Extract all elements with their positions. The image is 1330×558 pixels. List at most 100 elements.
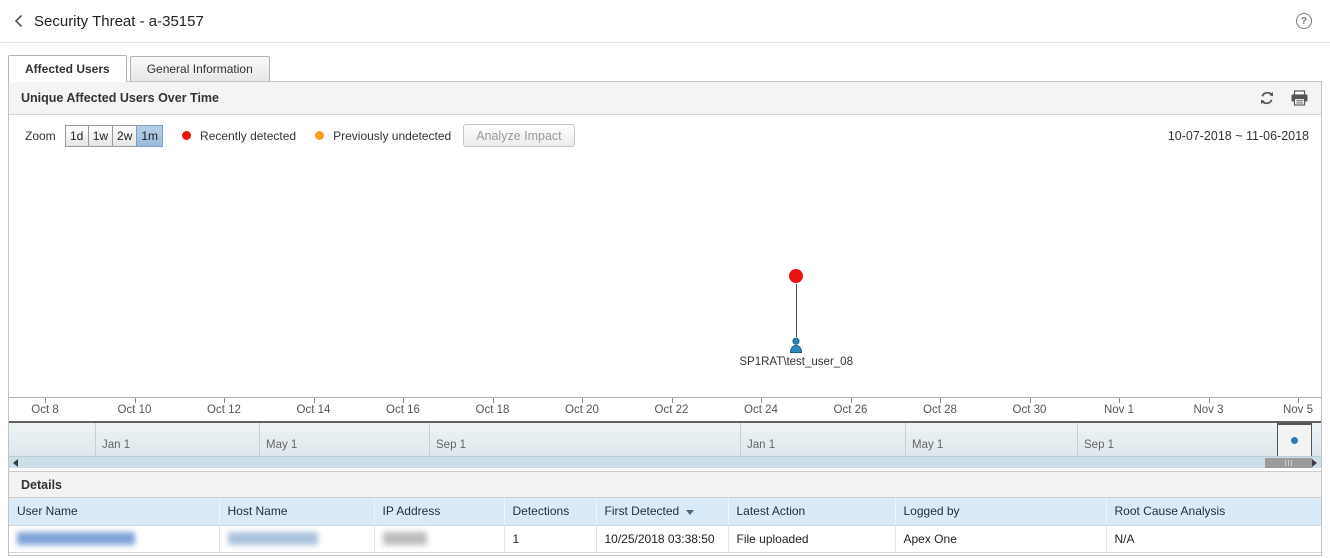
x-axis-tick xyxy=(314,398,315,403)
x-axis-label: Oct 10 xyxy=(118,404,152,416)
cell-logged-by: Apex One xyxy=(895,525,1106,552)
column-header-logged-by[interactable]: Logged by xyxy=(895,498,1106,525)
navigator-gridline xyxy=(259,423,260,456)
scroll-left-icon[interactable] xyxy=(9,457,22,468)
page-title: Security Threat - a-35157 xyxy=(34,13,204,30)
x-axis-label: Oct 28 xyxy=(923,404,957,416)
cell-ip-address xyxy=(374,525,504,552)
table-body: 110/25/2018 03:38:50File uploadedApex On… xyxy=(9,525,1321,552)
navigator-label: May 1 xyxy=(266,439,297,451)
cell-host-name xyxy=(219,525,374,552)
zoom-button-2w[interactable]: 2w xyxy=(112,125,137,147)
chart-scrollbar[interactable] xyxy=(9,456,1321,468)
tab-affected-users[interactable]: Affected Users xyxy=(8,55,127,82)
affected-users-panel: Unique Affected Users Over Time xyxy=(8,81,1322,556)
navigator-label: Jan 1 xyxy=(747,439,775,451)
chart-navigator[interactable]: Jan 1 May 1 Sep 1 Jan 1 May 1 Sep 1 xyxy=(9,423,1321,456)
zoom-button-1w[interactable]: 1w xyxy=(88,125,113,147)
table-row: 110/25/2018 03:38:50File uploadedApex On… xyxy=(9,525,1321,552)
sort-descending-icon xyxy=(686,510,694,515)
x-axis-tick xyxy=(45,398,46,403)
marker-stem xyxy=(796,284,797,337)
chart-panel-title: Unique Affected Users Over Time xyxy=(21,91,219,105)
legend-dot xyxy=(315,131,324,140)
x-axis-tick xyxy=(761,398,762,403)
detection-point[interactable] xyxy=(789,269,803,283)
x-axis-tick xyxy=(1030,398,1031,403)
details-title: Details xyxy=(21,478,62,492)
navigator-gridline xyxy=(1077,423,1078,456)
analyze-impact-button[interactable]: Analyze Impact xyxy=(463,124,574,147)
legend-item: Previously undetected xyxy=(315,129,451,143)
navigator-point xyxy=(1291,437,1298,444)
legend-dot xyxy=(182,131,191,140)
details-table: User NameHost NameIP AddressDetectionsFi… xyxy=(9,498,1321,553)
details-header: Details xyxy=(9,471,1321,498)
navigator-label: Sep 1 xyxy=(1084,439,1114,451)
x-axis: Oct 8Oct 10Oct 12Oct 14Oct 16Oct 18Oct 2… xyxy=(9,397,1321,423)
navigator-selection[interactable] xyxy=(1277,423,1312,456)
x-axis-label: Nov 3 xyxy=(1193,404,1223,416)
user-icon[interactable] xyxy=(788,337,804,357)
chart-date-range: 10-07-2018 ~ 11-06-2018 xyxy=(1168,129,1311,143)
x-axis-tick xyxy=(1119,398,1120,403)
zoom-button-1d[interactable]: 1d xyxy=(65,125,89,147)
redacted-value xyxy=(17,532,135,545)
x-axis-tick xyxy=(224,398,225,403)
x-axis-label: Nov 1 xyxy=(1104,404,1134,416)
cell-user-name[interactable] xyxy=(9,525,219,552)
column-header-ip-address[interactable]: IP Address xyxy=(374,498,504,525)
navigator-label: May 1 xyxy=(912,439,943,451)
column-header-first-detected[interactable]: First Detected xyxy=(596,498,728,525)
navigator-gridline xyxy=(740,423,741,456)
column-header-root-cause-analysis[interactable]: Root Cause Analysis xyxy=(1106,498,1321,525)
x-axis-tick xyxy=(135,398,136,403)
x-axis-tick xyxy=(1209,398,1210,403)
x-axis-label: Oct 22 xyxy=(655,404,689,416)
x-axis-label: Oct 8 xyxy=(31,404,58,416)
column-header-host-name[interactable]: Host Name xyxy=(219,498,374,525)
navigator-label: Sep 1 xyxy=(436,439,466,451)
x-axis-tick xyxy=(582,398,583,403)
zoom-buttons: 1d1w2w1m xyxy=(65,125,163,147)
navigator-label: Jan 1 xyxy=(102,439,130,451)
chart-plot-area: SP1RAT\test_user_08 xyxy=(9,156,1321,397)
help-icon[interactable]: ? xyxy=(1296,13,1312,29)
x-axis-tick xyxy=(851,398,852,403)
x-axis-tick xyxy=(403,398,404,403)
x-axis-label: Oct 20 xyxy=(565,404,599,416)
scrollbar-thumb[interactable] xyxy=(1265,458,1312,468)
cell-latest-action: File uploaded xyxy=(728,525,895,552)
zoom-label: Zoom xyxy=(25,129,56,143)
app-header: Security Threat - a-35157 ? xyxy=(0,0,1330,43)
panel-icons xyxy=(1259,90,1309,106)
zoom-button-1m[interactable]: 1m xyxy=(136,125,163,147)
column-header-user-name[interactable]: User Name xyxy=(9,498,219,525)
x-axis-label: Oct 30 xyxy=(1013,404,1047,416)
column-header-detections[interactable]: Detections xyxy=(504,498,596,525)
x-axis-label: Oct 12 xyxy=(207,404,241,416)
cell-root-cause-analysis: N/A xyxy=(1106,525,1321,552)
back-icon[interactable] xyxy=(14,14,23,28)
navigator-gridline xyxy=(905,423,906,456)
legend-item: Recently detected xyxy=(182,129,296,143)
navigator-gridline xyxy=(95,423,96,456)
chart-panel-header: Unique Affected Users Over Time xyxy=(9,82,1321,115)
tab-bar: Affected Users General Information xyxy=(0,55,1330,82)
print-icon[interactable] xyxy=(1290,90,1309,106)
x-axis-label: Nov 5 xyxy=(1283,404,1313,416)
table-header-row: User NameHost NameIP AddressDetectionsFi… xyxy=(9,498,1321,525)
x-axis-label: Oct 14 xyxy=(297,404,331,416)
page: { "header": { "title": "Security Threat … xyxy=(0,0,1330,558)
x-axis-tick xyxy=(493,398,494,403)
x-axis-tick xyxy=(672,398,673,403)
tab-general-information[interactable]: General Information xyxy=(130,56,270,81)
cell-first-detected: 10/25/2018 03:38:50 xyxy=(596,525,728,552)
x-axis-label: Oct 24 xyxy=(744,404,778,416)
redacted-value xyxy=(228,532,318,545)
marker-user-label: SP1RAT\test_user_08 xyxy=(696,356,896,368)
navigator-gridline xyxy=(429,423,430,456)
scroll-right-icon[interactable] xyxy=(1308,457,1321,468)
refresh-icon[interactable] xyxy=(1259,90,1275,106)
column-header-latest-action[interactable]: Latest Action xyxy=(728,498,895,525)
